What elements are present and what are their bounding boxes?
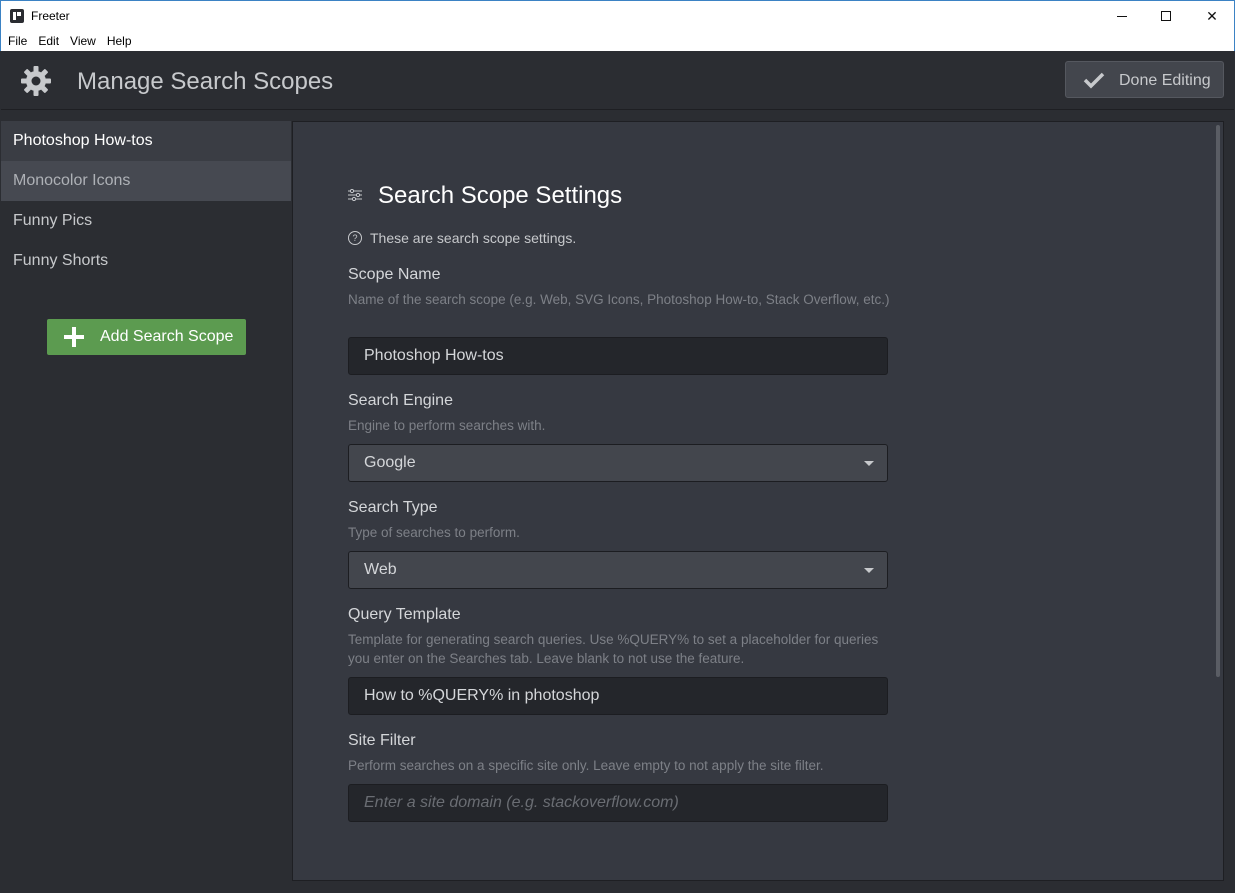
menu-edit[interactable]: Edit [38, 34, 59, 48]
add-search-scope-label: Add Search Scope [100, 328, 234, 345]
query-template-label: Query Template [348, 606, 461, 623]
sidebar-item-funny-pics[interactable]: Funny Pics [1, 201, 291, 241]
window-title: Freeter [31, 9, 70, 23]
query-template-description: Template for generating search queries. … [348, 632, 879, 666]
sidebar-item-funny-shorts[interactable]: Funny Shorts [1, 241, 291, 281]
chevron-down-icon [864, 461, 874, 466]
query-template-input[interactable]: How to %QUERY% in photoshop [348, 677, 888, 715]
minimize-button[interactable] [1099, 1, 1145, 31]
settings-scrollbar[interactable] [1216, 125, 1220, 677]
scope-name-label: Scope Name [348, 266, 441, 283]
scope-name-description: Name of the search scope (e.g. Web, SVG … [348, 292, 890, 307]
menu-help[interactable]: Help [107, 34, 132, 48]
maximize-icon [1161, 11, 1171, 21]
sidebar-item-monocolor-icons[interactable]: Monocolor Icons [1, 161, 291, 201]
menu-file[interactable]: File [8, 34, 27, 48]
menu-view[interactable]: View [70, 34, 96, 48]
site-filter-description: Perform searches on a specific site only… [348, 758, 824, 773]
menu-bar: File Edit View Help [0, 31, 1235, 51]
settings-help-text: These are search scope settings. [370, 230, 577, 246]
maximize-button[interactable] [1143, 1, 1189, 31]
done-editing-label: Done Editing [1119, 72, 1211, 89]
plus-icon [64, 327, 84, 347]
search-type-description: Type of searches to perform. [348, 525, 520, 540]
search-type-value: Web [364, 561, 397, 578]
search-engine-value: Google [364, 454, 416, 471]
panel-bottom-gap [292, 881, 1224, 893]
search-engine-description: Engine to perform searches with. [348, 418, 546, 433]
settings-title: Search Scope Settings [378, 182, 623, 209]
add-search-scope-button[interactable]: Add Search Scope [47, 319, 246, 355]
search-engine-select[interactable]: Google [348, 444, 888, 482]
search-engine-label: Search Engine [348, 392, 453, 409]
app-header: Manage Search Scopes Done Editing [1, 51, 1234, 110]
sidebar-item-photoshop-how-tos[interactable]: Photoshop How-tos [1, 121, 291, 161]
gear-icon [21, 66, 51, 96]
sliders-icon [348, 189, 362, 201]
site-filter-input[interactable]: Enter a site domain (e.g. stackoverflow.… [348, 784, 888, 822]
site-filter-label: Site Filter [348, 732, 416, 749]
freeter-app-icon [10, 9, 24, 23]
check-icon [1083, 72, 1105, 89]
minimize-icon [1117, 15, 1127, 17]
window-titlebar: Freeter ✕ [0, 0, 1235, 31]
search-type-label: Search Type [348, 499, 438, 516]
done-editing-button[interactable]: Done Editing [1065, 61, 1224, 98]
help-icon: ? [348, 231, 362, 245]
search-type-select[interactable]: Web [348, 551, 888, 589]
page-title: Manage Search Scopes [77, 68, 334, 95]
scope-list-sidebar: Photoshop How-tos Monocolor Icons Funny … [1, 121, 291, 892]
scope-name-input[interactable]: Photoshop How-tos [348, 337, 888, 375]
chevron-down-icon [864, 568, 874, 573]
close-button[interactable]: ✕ [1189, 1, 1235, 31]
